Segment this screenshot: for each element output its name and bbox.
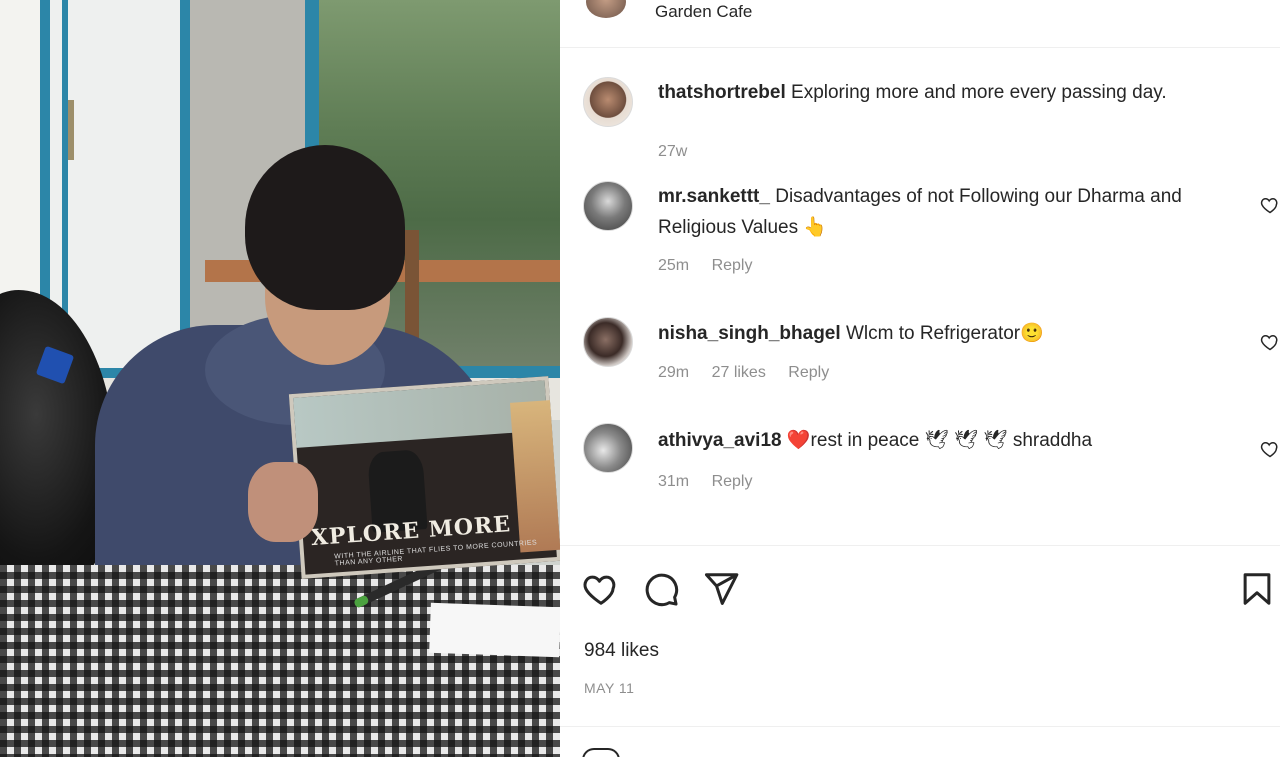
comment-time[interactable]: 25m	[658, 257, 689, 274]
photo-magazine: XPLORE MORE WITH THE AIRLINE THAT FLIES …	[288, 376, 560, 579]
author-avatar[interactable]	[586, 0, 626, 18]
post-photo[interactable]: XPLORE MORE WITH THE AIRLINE THAT FLIES …	[0, 0, 560, 757]
post-header: Garden Cafe	[560, 0, 1280, 48]
comment-time[interactable]: 29m	[658, 364, 689, 381]
comment-suffix: shraddha	[1012, 430, 1093, 451]
photo-paper	[429, 602, 560, 658]
caption-username[interactable]: thatshortrebel	[658, 82, 786, 103]
comment-text: rest in peace	[810, 430, 920, 451]
post-side-panel: Garden Cafe thatshortrebel Exploring mor…	[560, 0, 1280, 757]
caption-text: Exploring more and more every passing da…	[791, 82, 1167, 103]
comment-like-heart-icon[interactable]	[1260, 332, 1280, 352]
photo-hair	[245, 145, 405, 310]
caption-avatar[interactable]	[583, 77, 633, 127]
reply-button[interactable]: Reply	[788, 364, 829, 381]
caption-time[interactable]: 27w	[658, 143, 687, 160]
reply-button[interactable]: Reply	[712, 257, 753, 274]
comment-username[interactable]: mr.sankettt_	[658, 186, 770, 207]
post-actions: 984 likes MAY 11	[560, 545, 1280, 757]
comment-username[interactable]: athivya_avi18	[658, 430, 782, 451]
bookmark-icon[interactable]	[1238, 570, 1276, 608]
divider	[560, 726, 1280, 727]
reply-button[interactable]: Reply	[712, 473, 753, 490]
comment-avatar[interactable]	[583, 423, 633, 473]
comment-username[interactable]: nisha_singh_bhagel	[658, 323, 841, 344]
comment-text: Wlcm to Refrigerator	[845, 323, 1021, 344]
comments-list[interactable]: thatshortrebel Exploring more and more e…	[560, 49, 1280, 545]
comment-avatar[interactable]	[583, 181, 633, 231]
likes-count[interactable]: 984 likes	[584, 640, 659, 662]
emoji-icon[interactable]	[582, 748, 620, 757]
comment-icon[interactable]	[642, 570, 680, 608]
photo-checkered-table	[0, 565, 560, 757]
paper-plane-icon[interactable]	[702, 570, 740, 608]
photo-hand	[248, 462, 318, 542]
comment-likes[interactable]: 27 likes	[712, 364, 766, 381]
red-heart-emoji: ❤️	[786, 430, 811, 451]
post-date[interactable]: MAY 11	[584, 680, 634, 696]
heart-icon[interactable]	[582, 570, 620, 608]
comment-avatar[interactable]	[583, 317, 633, 367]
comment-like-heart-icon[interactable]	[1260, 439, 1280, 459]
smile-emoji: 🙂	[1020, 323, 1044, 344]
comment-time[interactable]: 31m	[658, 473, 689, 490]
pointing-up-emoji: 👆	[803, 217, 828, 238]
comment-like-heart-icon[interactable]	[1260, 195, 1280, 215]
dove-emoji: 🕊 🕊 🕊	[924, 430, 1008, 451]
post-location[interactable]: Garden Cafe	[655, 2, 752, 22]
